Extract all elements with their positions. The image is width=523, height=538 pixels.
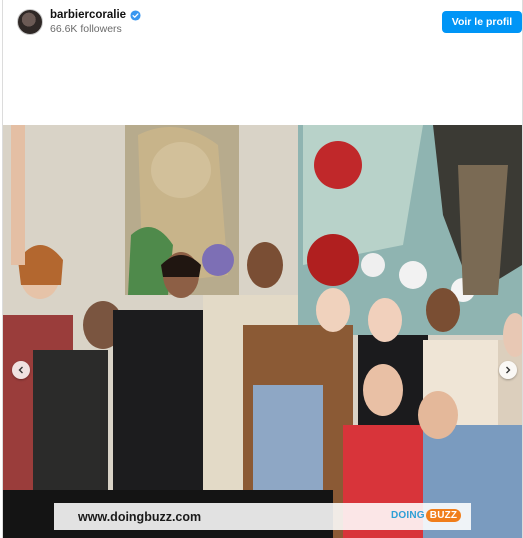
doingbuzz-logo: DOING BUZZ <box>391 509 462 522</box>
username[interactable]: barbiercoralie <box>50 9 126 21</box>
avatar[interactable] <box>17 9 43 35</box>
previous-photo-button[interactable] <box>12 361 30 379</box>
user-info: barbiercoralie 66.6K followers <box>50 9 141 35</box>
chevron-left-icon <box>18 366 23 374</box>
next-photo-button[interactable] <box>499 361 517 379</box>
chevron-right-icon <box>506 366 511 374</box>
post-header: barbiercoralie 66.6K followers <box>17 9 141 35</box>
watermark-banner: www.doingbuzz.com DOING BUZZ <box>54 503 471 530</box>
follower-count: 66.6K followers <box>50 23 122 35</box>
group-photo-image <box>3 125 522 538</box>
logo-text-left: DOING <box>391 510 425 521</box>
view-profile-button[interactable]: Voir le profil <box>442 11 522 33</box>
watermark-url: www.doingbuzz.com <box>78 509 202 524</box>
verified-badge-icon <box>130 9 141 21</box>
username-row: barbiercoralie <box>50 9 141 21</box>
post-photo[interactable] <box>3 125 522 538</box>
logo-text-right: BUZZ <box>425 509 462 522</box>
